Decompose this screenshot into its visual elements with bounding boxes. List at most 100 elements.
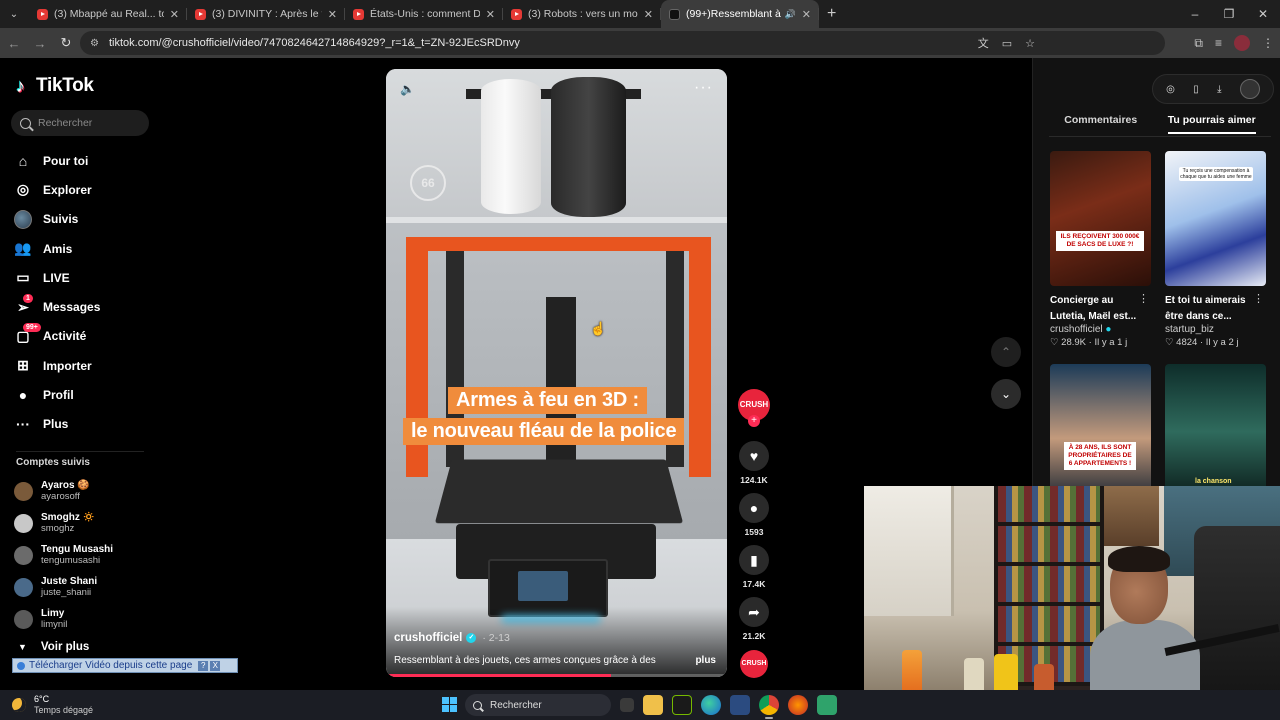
profile-avatar[interactable] — [1234, 35, 1250, 51]
address-bar[interactable]: ⚙ tiktok.com/@crushofficiel/video/747082… — [80, 31, 1165, 55]
description-more-button[interactable]: plus — [695, 655, 716, 666]
menu-item-profil[interactable]: ● Profil — [14, 380, 100, 409]
new-tab-button[interactable]: + — [827, 5, 836, 23]
tab-close-icon[interactable]: ✕ — [328, 8, 337, 21]
explore-compass-icon[interactable]: ◎ — [1166, 84, 1175, 95]
firefox-icon[interactable] — [788, 695, 808, 715]
tab-close-icon[interactable]: ✕ — [802, 8, 811, 21]
card-author[interactable]: crushofficiel ● — [1050, 324, 1151, 335]
app-icon[interactable] — [817, 695, 837, 715]
browser-tab[interactable]: (3) DIVINITY : Après le trailer, L ✕ — [187, 0, 345, 28]
sound-disc-avatar[interactable]: CRUSH — [740, 650, 768, 678]
menu-item-suivis[interactable]: Suivis — [14, 205, 100, 234]
comment-button[interactable]: ● 1593 — [736, 493, 772, 537]
followed-account[interactable]: Tengu Musashi tengumusashi — [14, 539, 113, 571]
browser-tab[interactable]: États-Unis : comment Donald T ✕ — [345, 0, 503, 28]
reading-list-icon[interactable]: ≡ — [1215, 36, 1222, 50]
chrome-icon[interactable] — [759, 695, 779, 719]
extensions-icon[interactable]: ⧉ — [1194, 36, 1203, 51]
reload-button[interactable]: ↻ — [54, 35, 78, 51]
file-explorer-icon[interactable] — [643, 695, 663, 715]
card-thumbnail[interactable]: la chanson — [1165, 364, 1266, 499]
video-more-options-icon[interactable]: ··· — [694, 79, 713, 97]
site-info-icon[interactable]: ⚙ — [90, 38, 99, 49]
nvidia-icon[interactable] — [672, 695, 692, 715]
menu-item-importer[interactable]: ⊞ Importer — [14, 351, 100, 380]
follow-plus-button[interactable]: + — [748, 415, 760, 427]
edge-icon[interactable] — [701, 695, 721, 715]
account-handle: smoghz — [41, 523, 75, 534]
tab-close-icon[interactable]: ✕ — [170, 8, 179, 21]
search-input[interactable] — [38, 117, 138, 129]
search-box[interactable] — [11, 110, 149, 136]
video-progress-bar[interactable] — [386, 674, 727, 677]
recommended-video-card[interactable]: Tu reçois une compensation à chaque que … — [1165, 151, 1266, 348]
menu-item-messages[interactable]: ➢ 1 Messages — [14, 292, 100, 321]
video-author[interactable]: crushofficiel ✓ · 2-13 — [394, 632, 510, 644]
previous-video-button[interactable]: ⌃ — [991, 337, 1021, 367]
browser-menu-icon[interactable]: ⋮ — [1262, 36, 1274, 50]
minimize-button[interactable]: – — [1178, 0, 1212, 28]
download-help-button[interactable]: ? — [198, 660, 209, 671]
browser-tab[interactable]: (99+)Ressemblant à des jou 🔊 ✕ — [661, 0, 819, 28]
download-icon[interactable]: ⤓ — [1217, 84, 1221, 95]
webcam-window — [864, 486, 954, 616]
card-thumbnail[interactable]: ILS REÇOIVENT 300 000€ DE SACS DE LUXE ?… — [1050, 151, 1151, 286]
tab-close-icon[interactable]: ✕ — [644, 8, 653, 21]
followed-account[interactable]: Ayaros 🍪 ayarosoff — [14, 475, 113, 507]
maximize-button[interactable]: ❐ — [1212, 0, 1246, 28]
video-player[interactable]: 66 Armes à feu en 3D : le nouveau fléau … — [386, 69, 727, 677]
menu-item-pour-toi[interactable]: ⌂ Pour toi — [14, 146, 100, 175]
mobile-app-icon[interactable]: ▯ — [1193, 84, 1199, 95]
download-close-button[interactable]: X — [210, 660, 221, 671]
volume-icon[interactable]: 🔈 — [400, 82, 415, 96]
see-more-button[interactable]: ▼ Voir plus — [18, 641, 89, 653]
task-view-icon[interactable] — [620, 698, 634, 712]
card-more-icon[interactable]: ⋮ — [1253, 292, 1264, 305]
windows-taskbar: 6°C Temps dégagé Rechercher — [0, 690, 1280, 720]
tab-audio-icon[interactable]: 🔊 — [785, 9, 796, 20]
save-button[interactable]: ▮ 17.4K — [736, 545, 772, 589]
card-more-icon[interactable]: ⋮ — [1138, 292, 1149, 305]
weather-widget[interactable]: 6°C Temps dégagé — [12, 694, 93, 716]
followed-account[interactable]: Smoghz 🔅 smoghz — [14, 507, 113, 539]
tab-you-may-like[interactable]: Tu pourrais aimer — [1167, 114, 1256, 134]
tiktok-logo[interactable]: ♪ TikTok — [16, 75, 94, 97]
browser-tab[interactable]: (3) Mbappé au Real... touché pa ✕ — [29, 0, 187, 28]
tab-close-icon[interactable]: ✕ — [486, 8, 495, 21]
account-name: Ayaros 🍪 — [41, 479, 90, 491]
followed-account[interactable]: Limy limynil — [14, 603, 113, 635]
menu-item-explorer[interactable]: ◎ Explorer — [14, 175, 100, 204]
card-stats: ♡ 28.9K · Il y a 1 j — [1050, 337, 1128, 348]
recommended-video-card[interactable]: À 28 ANS, ILS SONT PROPRIÉTAIRES DE 6 AP… — [1050, 364, 1151, 499]
menu-item-amis[interactable]: 👥 Amis — [14, 234, 100, 263]
translate-icon[interactable]: 文 — [978, 35, 989, 51]
recommended-video-card[interactable]: la chanson — [1165, 364, 1266, 499]
card-thumbnail[interactable]: À 28 ANS, ILS SONT PROPRIÉTAIRES DE 6 AP… — [1050, 364, 1151, 499]
user-avatar[interactable] — [1239, 79, 1260, 99]
card-thumbnail[interactable]: Tu reçois une compensation à chaque que … — [1165, 151, 1266, 286]
windows-start-icon[interactable] — [442, 697, 457, 712]
store-icon[interactable] — [730, 695, 750, 715]
followed-account[interactable]: Juste Shani juste_shanii — [14, 571, 113, 603]
tab-comments[interactable]: Commentaires — [1064, 114, 1137, 134]
download-play-icon — [17, 661, 25, 670]
share-button[interactable]: ➦ 21.2K — [736, 597, 772, 641]
download-video-bar[interactable]: Télécharger Vidéo depuis cette page ? X — [12, 658, 238, 673]
menu-item-live[interactable]: ▭ LIVE — [14, 263, 100, 292]
menu-item-plus[interactable]: ··· Plus — [14, 410, 100, 439]
forward-button[interactable]: → — [28, 36, 52, 51]
card-author[interactable]: startup_biz — [1165, 324, 1266, 335]
url-text: tiktok.com/@crushofficiel/video/74708246… — [108, 37, 520, 49]
bookmark-star-icon[interactable]: ☆ — [1025, 37, 1035, 50]
browser-tab[interactable]: (3) Robots : vers un monde san ✕ — [503, 0, 661, 28]
tab-search-icon[interactable]: ⌄ — [5, 5, 23, 23]
back-button[interactable]: ← — [2, 36, 26, 51]
taskbar-search[interactable]: Rechercher — [465, 694, 611, 716]
like-button[interactable]: ♥ 124.1K — [736, 441, 772, 485]
menu-item-activit-[interactable]: ▢ 99+ Activité — [14, 322, 100, 351]
next-video-button[interactable]: ⌄ — [991, 379, 1021, 409]
cast-icon[interactable]: ▭ — [1002, 37, 1012, 50]
recommended-video-card[interactable]: ILS REÇOIVENT 300 000€ DE SACS DE LUXE ?… — [1050, 151, 1151, 348]
close-window-button[interactable]: ✕ — [1246, 0, 1280, 28]
